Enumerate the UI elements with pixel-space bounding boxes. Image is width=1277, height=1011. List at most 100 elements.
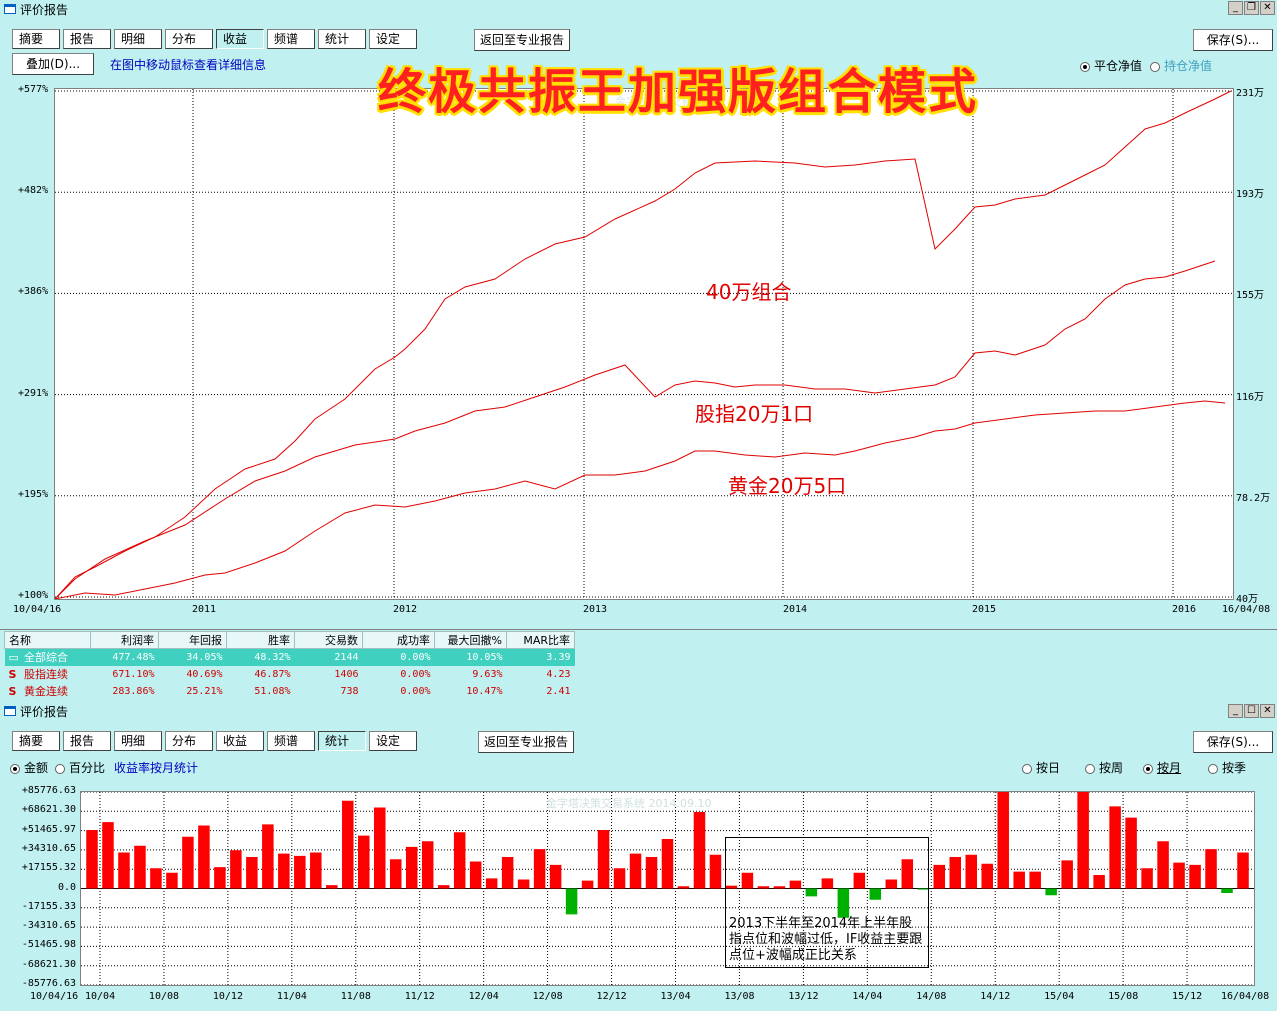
window-icon [4,706,16,716]
bar-x-tick: 14/12 [980,991,1011,1002]
overlay-big-title: 终极共振王加强版组合模式 [378,64,979,120]
monthly-return-bar [230,850,242,889]
tab-7[interactable]: 设定 [369,731,417,751]
stats-table[interactable]: 名称 利润率 年回报 胜率 交易数 成功率 最大回撤% MAR比率 ▭ 全部综合 477.48% 3… [4,631,575,700]
monthly-return-bar [150,868,162,889]
note-box: 2013下半年至2014年上半年股指点位和波幅过低，IF收益主要跟点位+波幅成正… [725,837,929,968]
monthly-return-bar [517,879,530,889]
equity-left-tick: +577% [18,84,49,95]
stats-value-cell: 10.05% [466,651,503,663]
stats-header-cell: 交易数 [294,631,363,649]
period-label: 按周 [1099,761,1124,775]
period-radio-2[interactable]: 按月 [1143,759,1181,776]
tab-4[interactable]: 收益 [216,29,264,49]
close-icon[interactable]: ✕ [1260,1,1275,15]
tab-2[interactable]: 明细 [114,731,162,751]
stats-row[interactable]: ▭ 全部综合 477.48% 34.05% 48.32% 2144 0.00% 10.05%… [4,648,575,666]
tab-2[interactable]: 明细 [114,29,162,49]
stats-value-cell: 283.86% [112,685,155,697]
tab-0[interactable]: 摘要 [12,731,60,751]
bottom-maximize-icon[interactable]: ☐ [1244,704,1259,718]
period-radio-0[interactable]: 按日 [1022,759,1060,776]
tab-5[interactable]: 频谱 [267,29,315,49]
stats-name-cell: ▭ 全部综合 [5,649,91,666]
stats-value-cell: 2.41 [546,685,571,697]
tab-7[interactable]: 设定 [369,29,417,49]
strategy-s-icon: S [8,685,17,698]
tab-6[interactable]: 统计 [318,29,366,49]
bar-x-tick: 12/12 [596,991,627,1002]
tab-4[interactable]: 收益 [216,731,264,751]
top-save-button[interactable]: 保存(S)... [1193,29,1273,51]
radio-flat-equity[interactable]: 平仓净值 [1080,57,1142,74]
bar-x-tick: 15/08 [1108,991,1139,1002]
stats-row[interactable]: S 黄金连续 283.86% 25.21% 51.08% 738 0.00% 10.47% 2… [5,683,575,700]
radio-percent[interactable]: 百分比 [55,759,105,776]
monthly-return-bar [1077,792,1089,889]
index-equity-line [55,260,1216,599]
tab-1[interactable]: 报告 [63,29,111,49]
monthly-return-bar [278,853,290,889]
monthly-return-bar [629,853,642,889]
monthly-return-bar [1141,868,1153,889]
equity-x-tick: 2014 [783,604,808,615]
bottom-window-titlebar: 评价报告 [0,702,1277,720]
monthly-return-bar [421,841,434,889]
stats-row[interactable]: S 股指连续 671.10% 40.69% 46.87% 1406 0.00% 9.63% 4… [5,666,575,683]
tab-1[interactable]: 报告 [63,731,111,751]
equity-left-tick: +195% [18,488,49,500]
monthly-return-bar [1125,817,1137,889]
radio-hold-equity[interactable]: 持仓净值 [1150,57,1212,74]
monthly-return-bar [118,852,130,889]
radio-unselected-icon [1022,763,1032,774]
monthly-return-bar [262,824,274,889]
monthly-return-bar [661,838,674,889]
monthly-return-bar [533,849,546,889]
equity-chart-svg: 金字塔决策交易系统 [55,89,1233,599]
monthly-return-bar [1205,849,1217,889]
equity-x-tick: 2016 [1172,604,1197,615]
monthly-return-bar [102,822,114,889]
period-radio-1[interactable]: 按周 [1085,759,1123,776]
stats-value-cell: 1406 [334,668,359,680]
bar-x-tick: 15/04 [1044,991,1075,1002]
tab-6[interactable]: 统计 [318,731,366,751]
equity-right-tick: 116万 [1236,391,1265,403]
bottom-close-icon[interactable]: ✕ [1260,704,1275,718]
monthly-return-bar [86,829,98,889]
minimize-icon[interactable]: _ [1228,1,1243,15]
tab-5[interactable]: 频谱 [267,731,315,751]
tab-0[interactable]: 摘要 [12,29,60,49]
equity-right-tick: 193万 [1236,189,1265,201]
bar-y-tick: +68621.30 [21,804,76,816]
overlay-button[interactable]: 叠加(D)... [12,53,94,75]
bottom-save-button[interactable]: 保存(S)... [1193,731,1273,753]
monthly-bar-chart-frame[interactable]: 金字塔决策交易系统 2014.09.10 [80,791,1255,986]
radio-amount[interactable]: 金额 [10,759,48,776]
monthly-return-bar [294,855,306,889]
monthly-return-bar [933,864,946,889]
equity-chart-frame[interactable]: 金字塔决策交易系统 [54,88,1234,600]
restore-icon[interactable]: ❐ [1244,1,1259,15]
monthly-return-bar [1173,862,1185,889]
bottom-minimize-icon[interactable]: _ [1228,704,1243,718]
top-back-to-pro-report-button[interactable]: 返回至专业报告 [474,29,570,51]
stats-header-cell: 成功率 [362,631,435,649]
radio-unselected-icon [1208,763,1218,774]
stats-header-cell: 名称 [4,631,91,649]
bar-y-tick: -17155.33 [21,900,76,912]
monthly-return-bar [246,856,258,889]
bottom-back-to-pro-report-button[interactable]: 返回至专业报告 [478,731,574,753]
equity-x-tick: 16/04/08 [1222,604,1271,615]
monthly-return-bar [1093,874,1105,889]
period-radio-3[interactable]: 按季 [1208,759,1246,776]
monthly-return-bar [469,861,482,889]
stats-name-cell: S 黄金连续 [5,683,91,700]
tab-3[interactable]: 分布 [165,29,213,49]
monthly-return-bar [981,863,993,889]
monthly-return-bar [485,878,498,889]
monthly-return-bar [1189,864,1201,889]
monthly-return-bar [581,880,594,889]
annotation-combo: 40万组合 [706,280,792,304]
tab-3[interactable]: 分布 [165,731,213,751]
